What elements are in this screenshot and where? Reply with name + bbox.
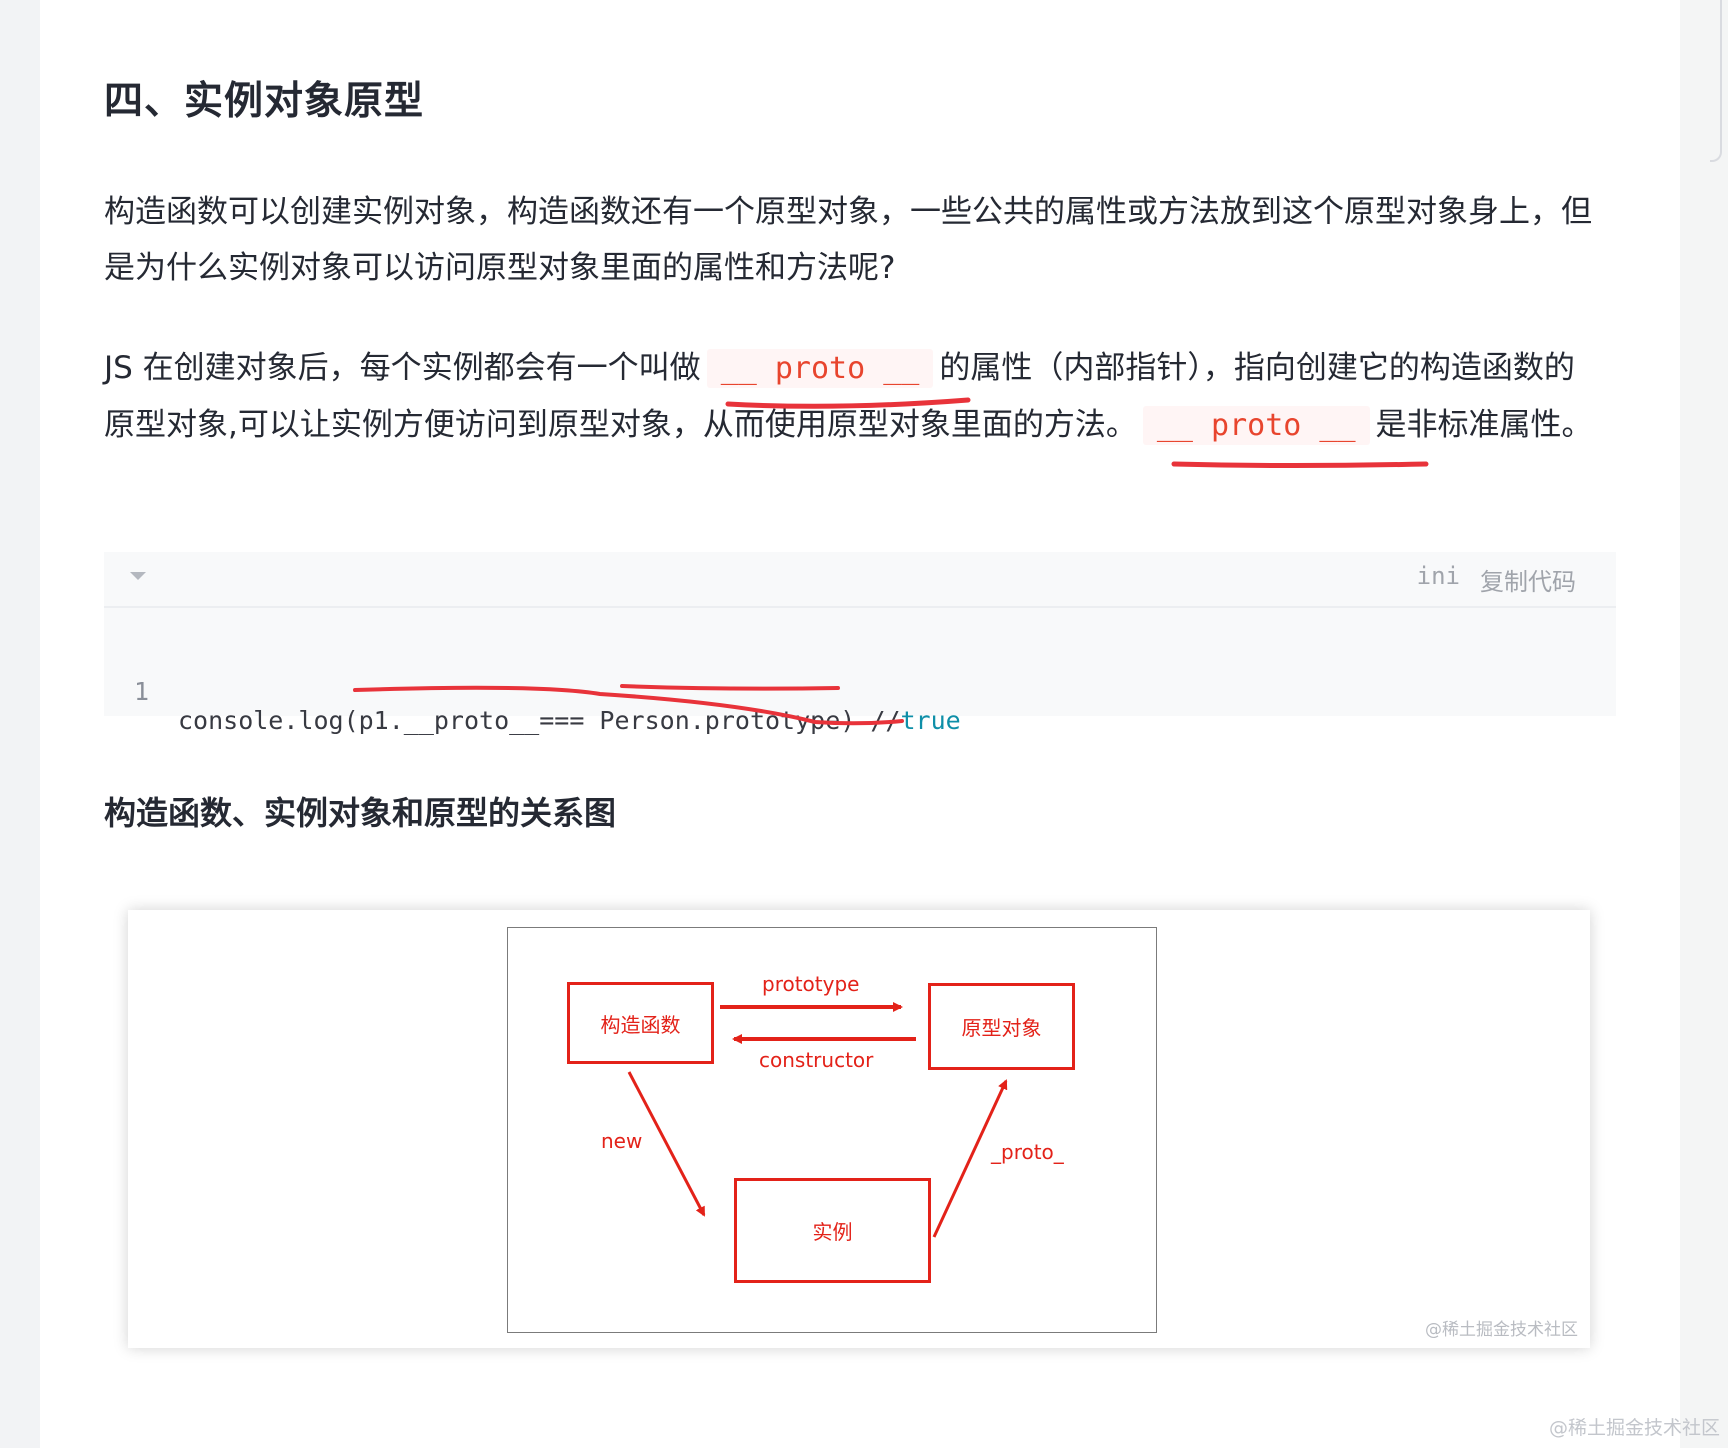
instance-node: 实例 <box>734 1178 931 1283</box>
constructor-edge-label: constructor <box>759 1048 874 1072</box>
page-watermark: @稀土掘金技术社区 <box>1548 1417 1720 1439</box>
line-code-text: console.log(p1.__proto__=== Person.proto… <box>178 706 901 735</box>
right-gutter <box>1680 0 1728 1448</box>
diagram-frame: 构造函数 原型对象 实例 prototype constructor new _… <box>507 927 1157 1333</box>
code-language-label: ini <box>1416 562 1460 590</box>
diagram-watermark: @稀土掘金技术社区 <box>1425 1320 1578 1340</box>
section-heading: 四、实例对象原型 <box>104 79 425 124</box>
code-block: ini 复制代码 1 console.log(p1.__proto__=== P… <box>104 552 1616 735</box>
diagram-heading: 构造函数、实例对象和原型的关系图 <box>104 794 617 832</box>
diagram-image: 构造函数 原型对象 实例 prototype constructor new _… <box>128 910 1590 1348</box>
proto-edge-label: _proto_ <box>991 1140 1064 1164</box>
code-line: 1 console.log(p1.__proto__=== Person.pro… <box>104 648 1616 764</box>
code-block-header: ini 复制代码 <box>104 552 1616 608</box>
scroll-rail[interactable] <box>1710 0 1722 162</box>
prototype-edge-label: prototype <box>762 972 860 996</box>
line-code: console.log(p1.__proto__=== Person.proto… <box>178 706 961 735</box>
copy-code-button[interactable]: 复制代码 <box>1480 562 1576 597</box>
proto-paragraph-part1: JS 在创建对象后，每个实例都会有一个叫做 <box>104 350 701 386</box>
constructor-function-node: 构造函数 <box>567 982 714 1064</box>
prototype-object-node: 原型对象 <box>928 983 1075 1070</box>
intro-paragraph: 构造函数可以创建实例对象，构造函数还有一个原型对象，一些公共的属性或方法放到这个… <box>104 194 1592 286</box>
line-code-keyword: true <box>900 706 961 735</box>
chevron-down-icon[interactable] <box>130 572 146 580</box>
new-edge-label: new <box>601 1129 643 1153</box>
inline-code-proto-2: __ proto __ <box>1142 406 1370 445</box>
proto-paragraph-part3: 是非标准属性。 <box>1375 407 1593 443</box>
line-number: 1 <box>134 677 150 706</box>
proto-paragraph: JS 在创建对象后，每个实例都会有一个叫做 __ proto __ 的属性（内部指针… <box>104 340 1594 454</box>
inline-code-proto-1: __ proto __ <box>706 349 934 388</box>
